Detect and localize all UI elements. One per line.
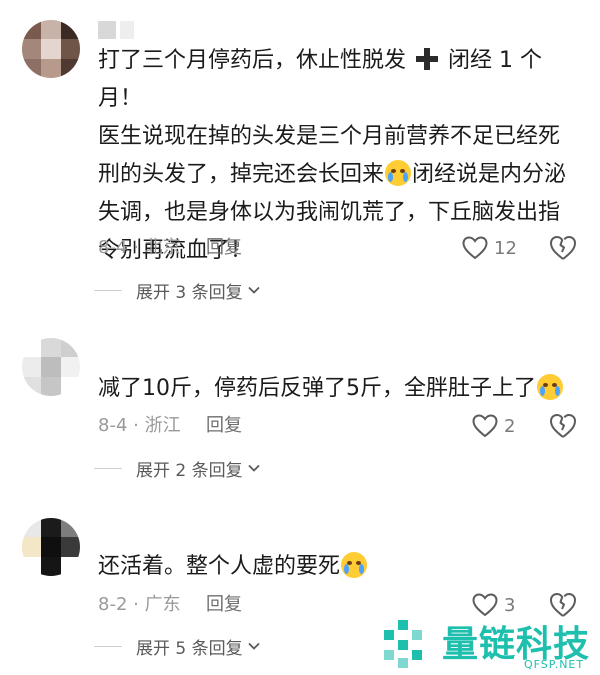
comment-date-location: 8-2 · 广东: [98, 594, 181, 615]
divider: [94, 467, 122, 469]
avatar[interactable]: [22, 20, 80, 78]
laughing-crying-emoji-icon: [537, 374, 563, 400]
watermark-subtitle: QFSP.NET: [524, 658, 585, 671]
divider: [94, 645, 122, 647]
like-count: 12: [494, 237, 517, 259]
plus-emoji-icon: [416, 48, 439, 70]
comment-date-location: 8-4 · 北京: [98, 237, 181, 258]
like-button[interactable]: 12: [462, 233, 517, 263]
like-button[interactable]: 2: [472, 411, 515, 441]
avatar[interactable]: [22, 518, 80, 576]
reply-button[interactable]: 回复: [206, 413, 242, 439]
username-placeholder[interactable]: [98, 20, 188, 40]
broken-heart-icon[interactable]: [548, 411, 578, 441]
reply-button[interactable]: 回复: [206, 592, 242, 618]
heart-icon: [472, 414, 498, 438]
expand-replies-button[interactable]: 展开 2 条回复: [94, 455, 261, 481]
reply-button[interactable]: 回复: [206, 235, 242, 261]
watermark-logo-icon: [384, 620, 422, 668]
watermark: 量链科技 QFSP.NET: [378, 612, 600, 675]
comment-text: 减了10斤，停药后反弹了5斤，全胖肚子上了: [98, 370, 578, 408]
chevron-down-icon: [247, 464, 260, 472]
chevron-down-icon: [247, 642, 260, 650]
crying-face-emoji-icon: [341, 552, 368, 578]
crying-face-emoji-icon: [385, 160, 412, 186]
divider: [94, 289, 122, 291]
chevron-down-icon: [247, 286, 260, 294]
expand-replies-button[interactable]: 展开 3 条回复: [94, 277, 261, 303]
expand-replies-button[interactable]: 展开 5 条回复: [94, 633, 261, 659]
avatar[interactable]: [22, 338, 80, 396]
heart-icon: [462, 236, 488, 260]
like-count: 2: [504, 415, 516, 437]
comment-text: 还活着。整个人虚的要死: [98, 548, 578, 586]
broken-heart-icon[interactable]: [548, 233, 578, 263]
comment-date-location: 8-4 · 浙江: [98, 415, 181, 436]
